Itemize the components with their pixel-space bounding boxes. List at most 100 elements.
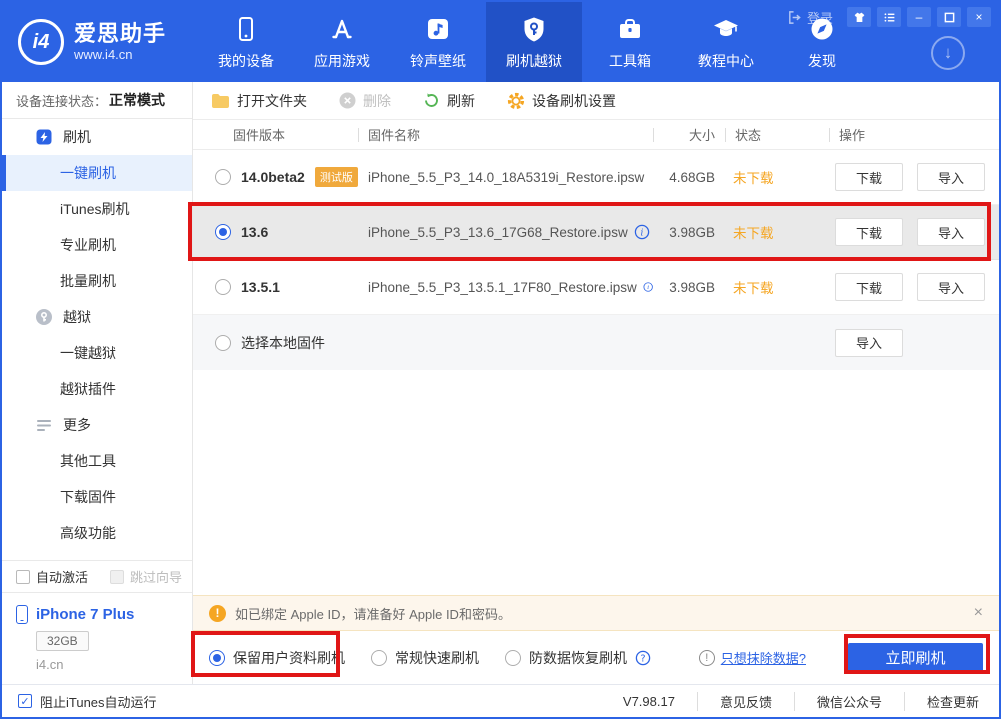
firmware-filename: iPhone_5.5_P3_13.6_17G68_Restore.ipsw: [368, 225, 628, 240]
sidebar-item-label: 越狱插件: [60, 379, 116, 399]
erase-data-link[interactable]: 只想抹除数据?: [721, 648, 806, 667]
help-icon[interactable]: ?: [635, 650, 651, 666]
main-panel: 打开文件夹 删除 刷新 设备刷机设置 固件版本 固件名称 大小: [193, 82, 999, 684]
nav-my-device[interactable]: 我的设备: [207, 2, 285, 82]
nav-apps-games[interactable]: 应用游戏: [303, 2, 381, 82]
sidebar-item-label: 更多: [63, 415, 91, 435]
connection-status-value: 正常模式: [109, 90, 165, 110]
download-firmware-button[interactable]: 下载: [835, 218, 903, 246]
sidebar-item-download-firmware[interactable]: 下载固件: [2, 479, 192, 515]
download-firmware-button[interactable]: 下载: [835, 273, 903, 301]
sidebar-item-batch-flash[interactable]: 批量刷机: [2, 263, 192, 299]
sidebar-item-one-click-flash[interactable]: 一键刷机: [2, 155, 192, 191]
firmware-status: 未下载: [725, 167, 829, 187]
minimize-icon: –: [916, 10, 923, 24]
svg-text:?: ?: [640, 653, 645, 664]
gear-icon: [507, 92, 525, 110]
sidebar: 设备连接状态： 正常模式 刷机 一键刷机 iTunes刷机 专业刷机 批量刷机: [2, 82, 193, 684]
app-version: V7.98.17: [601, 694, 697, 709]
import-firmware-button[interactable]: 导入: [917, 218, 985, 246]
device-name: iPhone 7 Plus: [36, 606, 134, 623]
app-logo: i4 爱思助手 www.i4.cn: [2, 2, 192, 82]
sidebar-item-one-click-jailbreak[interactable]: 一键越狱: [2, 335, 192, 371]
normal-fast-flash-radio[interactable]: 常规快速刷机: [371, 648, 479, 668]
nav-label: 工具箱: [609, 51, 651, 71]
wechat-official-link[interactable]: 微信公众号: [794, 692, 904, 711]
checkbox-icon: [110, 570, 124, 584]
nav-tutorial-center[interactable]: 教程中心: [687, 2, 765, 82]
firmware-toolbar: 打开文件夹 删除 刷新 设备刷机设置: [193, 82, 999, 120]
minimize-button[interactable]: –: [907, 7, 931, 27]
import-firmware-button[interactable]: 导入: [835, 329, 903, 357]
column-header-operation: 操作: [829, 125, 999, 144]
anti-data-recovery-label: 防数据恢复刷机: [529, 648, 627, 668]
device-capacity-badge: 32GB: [36, 631, 89, 651]
refresh-button[interactable]: 刷新: [423, 91, 475, 111]
nav-flash-jailbreak[interactable]: 刷机越狱: [486, 2, 582, 82]
maximize-button[interactable]: [937, 7, 961, 27]
skin-button[interactable]: [847, 7, 871, 27]
firmware-radio[interactable]: [215, 279, 231, 295]
skip-wizard-checkbox[interactable]: 跳过向导: [110, 567, 182, 586]
delete-label: 删除: [363, 91, 391, 111]
keep-user-data-radio[interactable]: 保留用户资料刷机: [209, 648, 345, 668]
column-header-size: 大小: [653, 125, 725, 144]
svg-text:i: i: [640, 228, 643, 238]
erase-data-group: ! 只想抹除数据?: [699, 648, 806, 667]
firmware-status: 未下载: [725, 277, 829, 297]
delete-icon: [339, 92, 356, 109]
beta-badge: 测试版: [315, 167, 358, 187]
anti-data-recovery-radio[interactable]: 防数据恢复刷机 ?: [505, 648, 651, 668]
appstore-icon: [327, 14, 357, 44]
warning-icon: !: [209, 605, 226, 622]
sidebar-item-label: 越狱: [63, 307, 91, 327]
sidebar-item-jailbreak-group[interactable]: 越狱: [2, 299, 192, 335]
app-title: 爱思助手: [74, 22, 166, 46]
download-manager-button[interactable]: ↓: [931, 36, 965, 70]
flash-now-button[interactable]: 立即刷机: [848, 643, 983, 673]
delete-button[interactable]: 删除: [339, 91, 391, 111]
nav-toolbox[interactable]: 工具箱: [591, 2, 669, 82]
warning-close-icon[interactable]: ×: [974, 604, 983, 622]
firmware-radio[interactable]: [215, 169, 231, 185]
device-source: i4.cn: [36, 657, 178, 672]
info-icon[interactable]: i: [643, 279, 653, 295]
close-button[interactable]: ×: [967, 7, 991, 27]
nav-label: 应用游戏: [314, 51, 370, 71]
menu-list-button[interactable]: [877, 7, 901, 27]
nav-ringtones-wallpapers[interactable]: 铃声壁纸: [399, 2, 477, 82]
sidebar-item-pro-flash[interactable]: 专业刷机: [2, 227, 192, 263]
device-flash-settings-button[interactable]: 设备刷机设置: [507, 91, 616, 111]
sidebar-checkboxes: 自动激活 跳过向导: [2, 560, 192, 592]
sidebar-item-advanced-features[interactable]: 高级功能: [2, 515, 192, 551]
empty-area: [193, 370, 999, 595]
block-itunes-checkbox[interactable]: 阻止iTunes自动运行: [18, 692, 157, 711]
auto-activate-checkbox[interactable]: 自动激活: [16, 567, 88, 586]
briefcase-icon: [615, 14, 645, 44]
app-url: www.i4.cn: [74, 47, 166, 62]
login-button[interactable]: 登录: [787, 8, 833, 27]
sidebar-item-other-tools[interactable]: 其他工具: [2, 443, 192, 479]
download-firmware-button[interactable]: 下载: [835, 163, 903, 191]
more-lines-icon: [35, 416, 53, 434]
sidebar-item-itunes-flash[interactable]: iTunes刷机: [2, 191, 192, 227]
firmware-radio-selected[interactable]: [215, 224, 231, 240]
import-firmware-button[interactable]: 导入: [917, 273, 985, 301]
normal-fast-flash-label: 常规快速刷机: [395, 648, 479, 668]
sidebar-item-flash-group[interactable]: 刷机: [2, 119, 192, 155]
nav-label: 刷机越狱: [506, 51, 562, 71]
info-icon[interactable]: i: [634, 224, 650, 240]
connected-device-info: iPhone 7 Plus 32GB i4.cn: [2, 592, 192, 684]
open-folder-button[interactable]: 打开文件夹: [211, 91, 307, 111]
nav-label: 铃声壁纸: [410, 51, 466, 71]
sidebar-item-jailbreak-plugins[interactable]: 越狱插件: [2, 371, 192, 407]
import-firmware-button[interactable]: 导入: [917, 163, 985, 191]
auto-activate-label: 自动激活: [36, 567, 88, 586]
feedback-link[interactable]: 意见反馈: [697, 692, 794, 711]
firmware-radio[interactable]: [215, 335, 231, 351]
sidebar-item-label: 批量刷机: [60, 271, 116, 291]
warning-text: 如已绑定 Apple ID，请准备好 Apple ID和密码。: [235, 604, 511, 623]
check-update-link[interactable]: 检查更新: [904, 692, 983, 711]
sidebar-item-more-group[interactable]: 更多: [2, 407, 192, 443]
sidebar-item-label: iTunes刷机: [60, 199, 130, 219]
